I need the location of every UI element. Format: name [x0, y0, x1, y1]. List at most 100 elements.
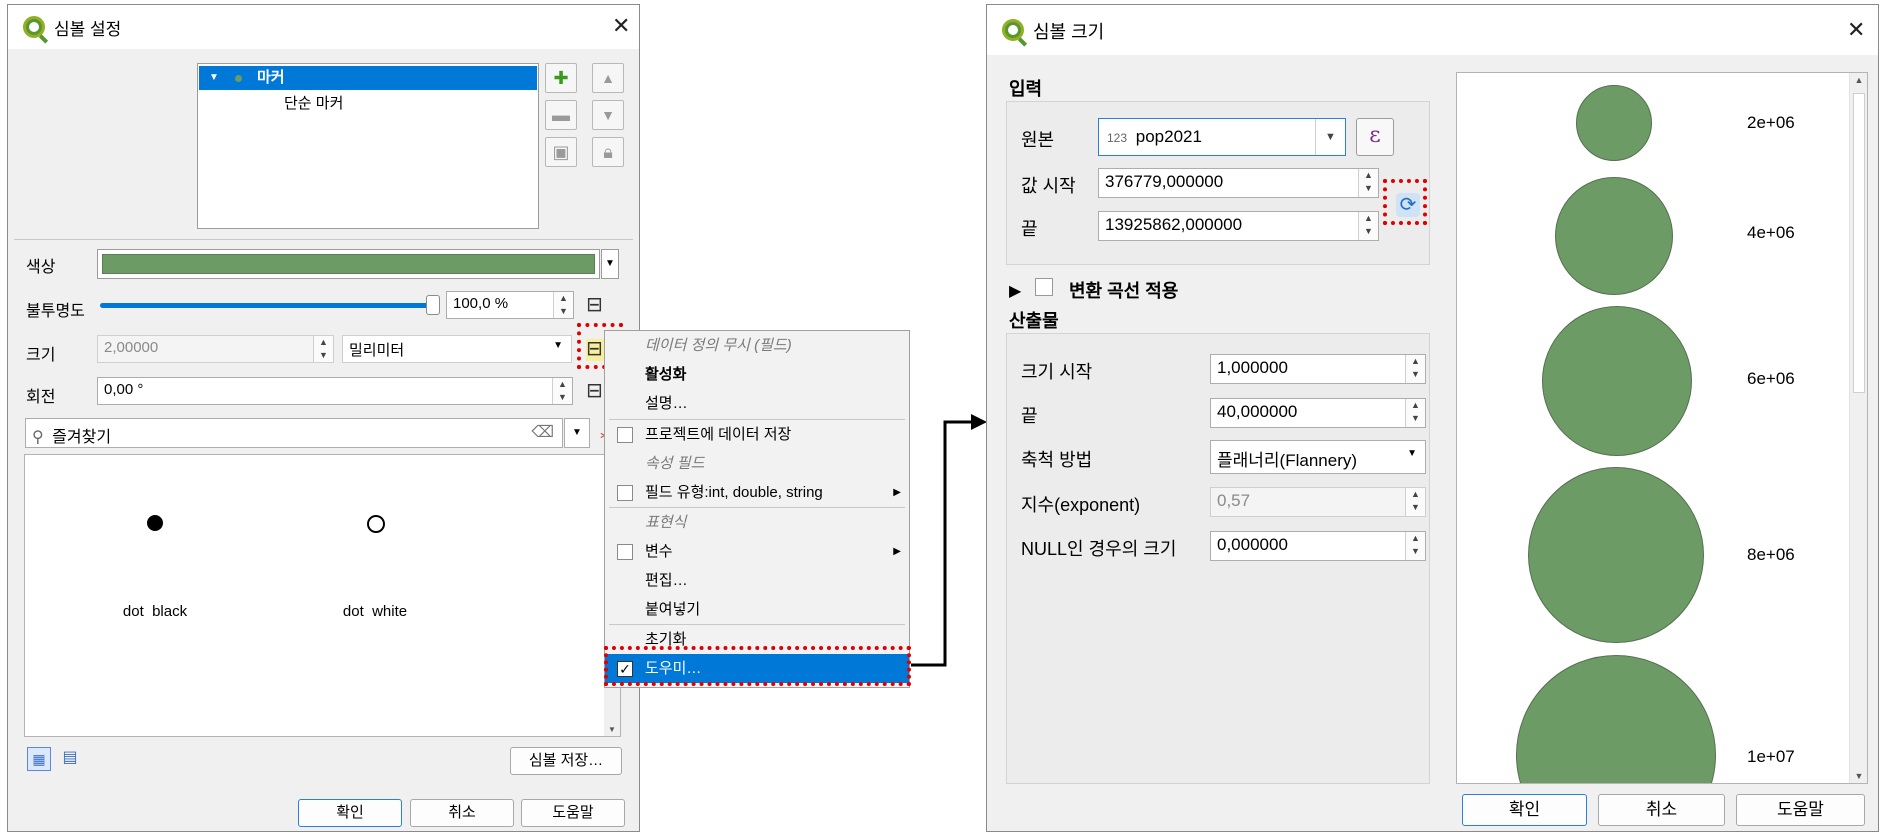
save-symbol-button[interactable]: 심볼 저장…	[510, 747, 622, 775]
checkbox[interactable]	[617, 485, 633, 501]
tree-item-marker[interactable]: ▼ 마커	[199, 66, 537, 90]
value-to-input[interactable]: 13925862,000000 ▲ ▼	[1098, 211, 1379, 241]
output-section-title: 산출물	[1009, 311, 1059, 331]
size-input[interactable]: 2,00000 ▲ ▼	[97, 335, 334, 363]
cancel-button[interactable]: 취소	[1598, 794, 1725, 826]
color-dropdown[interactable]: ▼	[601, 249, 619, 279]
rotation-input[interactable]: 0,00 ° ▲ ▼	[97, 377, 573, 405]
move-down-button[interactable]: ▼	[592, 100, 624, 130]
icon-view-button[interactable]: ▦	[27, 747, 51, 771]
list-view-button[interactable]: ▤	[58, 747, 82, 771]
checkbox[interactable]	[617, 544, 633, 560]
exponent-label: 지수(exponent)	[1021, 495, 1141, 515]
menu-item-store-in-project[interactable]: 프로젝트에 데이터 저장	[605, 420, 909, 449]
spinner[interactable]: ▲ ▼	[1405, 399, 1425, 427]
spinner[interactable]: ▲ ▼	[1405, 532, 1425, 560]
source-field-select[interactable]: 123 pop2021 ▼	[1098, 118, 1346, 156]
menu-header-override: 데이터 정의 무시 (필드)	[645, 337, 792, 354]
menu-header-expression: 표현식	[645, 514, 687, 531]
menu-item-paste[interactable]: 붙여넣기	[605, 595, 909, 624]
value-to: 13925862,000000	[1105, 215, 1243, 234]
menu-item-field-type[interactable]: 필드 유형:int, double, string ▶	[605, 478, 909, 507]
rotation-label: 회전	[26, 389, 56, 406]
value-from-input[interactable]: 376779,000000 ▲ ▼	[1098, 168, 1379, 198]
symbol-layer-tree[interactable]: ▼ 마커 단순 마커	[197, 63, 539, 229]
search-dropdown[interactable]: ▼	[564, 418, 590, 448]
size-to-input[interactable]: 40,000000 ▲ ▼	[1210, 398, 1426, 428]
help-button[interactable]: 도움말	[521, 799, 625, 827]
chevron-down-icon[interactable]: ▼	[1315, 119, 1345, 155]
checkbox[interactable]	[617, 427, 633, 443]
opacity-label: 불투명도	[26, 303, 85, 320]
preview-label: 4e+06	[1747, 223, 1795, 242]
opacity-input[interactable]: 100,0 % ▲ ▼	[446, 291, 574, 319]
symbol-item-dot-black[interactable]: dot black	[103, 515, 213, 625]
menu-item-edit[interactable]: 편집…	[605, 566, 909, 595]
close-icon[interactable]: ✕	[1847, 17, 1865, 43]
null-size-input[interactable]: 0,000000 ▲ ▼	[1210, 531, 1426, 561]
title-bar: 심볼 설정 ✕	[8, 5, 639, 49]
opacity-value: 100,0 %	[453, 295, 509, 312]
remove-layer-button[interactable]: ▬	[545, 100, 577, 130]
scrollbar-thumb[interactable]	[1853, 93, 1865, 393]
rotation-spinner[interactable]: ▲ ▼	[552, 378, 572, 404]
preview-circle	[1542, 306, 1692, 456]
expand-arrow-icon[interactable]: ▶	[1009, 281, 1021, 301]
ok-button[interactable]: 확인	[1462, 794, 1587, 826]
output-group: 크기 시작 1,000000 ▲ ▼ 끝 40,000000 ▲ ▼ 축척 방법 플…	[1006, 333, 1430, 784]
menu-item-variable[interactable]: 변수 ▶	[605, 537, 909, 566]
expand-arrow-icon[interactable]: ▼	[209, 66, 219, 90]
symbol-library-view[interactable]: dot black dot white ▲ ▼	[24, 454, 621, 737]
close-icon[interactable]: ✕	[612, 13, 630, 39]
cancel-button[interactable]: 취소	[410, 799, 514, 827]
source-label: 원본	[1021, 130, 1055, 150]
transform-curve-label: 변환 곡선 적용	[1069, 281, 1179, 301]
unit-select[interactable]: 밀리미터 ▼	[342, 335, 572, 363]
size-from-input[interactable]: 1,000000 ▲ ▼	[1210, 354, 1426, 384]
menu-item-description[interactable]: 설명…	[605, 389, 909, 418]
color-label: 색상	[26, 259, 56, 276]
ok-button[interactable]: 확인	[298, 799, 402, 827]
qgis-logo-icon	[1002, 19, 1024, 41]
data-defined-override-icon[interactable]: ⊟	[586, 295, 610, 317]
tree-item-simple-marker[interactable]: 단순 마커	[284, 92, 343, 113]
callout-highlight	[1383, 179, 1427, 225]
spinner[interactable]: ▲ ▼	[1405, 355, 1425, 383]
value-from-label: 값 시작	[1021, 176, 1076, 196]
opacity-slider-handle[interactable]	[426, 295, 440, 315]
move-up-button[interactable]: ▲	[592, 63, 624, 93]
expression-button[interactable]: ε	[1356, 118, 1394, 156]
search-placeholder: 즐겨찾기	[52, 429, 112, 446]
chevron-down-icon: ▼	[1407, 448, 1417, 459]
source-value: pop2021	[1135, 127, 1202, 146]
lock-layer-button[interactable]: 🔒︎	[592, 137, 624, 167]
menu-item-label: 변수	[645, 543, 673, 560]
menu-item-activate[interactable]: 활성화	[605, 360, 909, 389]
opacity-spinner[interactable]: ▲ ▼	[553, 292, 573, 318]
color-swatch	[102, 254, 595, 274]
symbol-settings-dialog: 심볼 설정 ✕ ▼ 마커 단순 마커 ✚ ▲ ▬ ▼ ▣ 🔒︎ 색상 ▼ 불투명…	[7, 4, 640, 832]
spinner[interactable]: ▲ ▼	[1405, 488, 1425, 516]
vertical-scrollbar[interactable]: ▲ ▼	[1849, 73, 1867, 783]
spinner[interactable]: ▲ ▼	[1358, 212, 1378, 240]
tree-item-label: 마커	[257, 69, 285, 86]
symbol-item-dot-white[interactable]: dot white	[323, 515, 433, 625]
exponent-input[interactable]: 0,57 ▲ ▼	[1210, 487, 1426, 517]
preview-label: 8e+06	[1747, 545, 1795, 564]
marker-dot-icon	[235, 75, 242, 82]
color-button[interactable]	[97, 249, 600, 279]
scale-method-select[interactable]: 플래너리(Flannery) ▼	[1210, 440, 1426, 474]
help-button[interactable]: 도움말	[1736, 794, 1865, 826]
transform-curve-checkbox[interactable]	[1035, 278, 1053, 296]
null-size-label: NULL인 경우의 크기	[1021, 539, 1177, 559]
opacity-slider-track[interactable]	[100, 303, 430, 308]
duplicate-layer-button[interactable]: ▣	[545, 137, 577, 167]
scale-method: 플래너리(Flannery)	[1217, 451, 1358, 470]
favorites-search-input[interactable]: ⚲ 즐겨찾기 ⌫	[25, 418, 563, 448]
add-layer-button[interactable]: ✚	[545, 63, 577, 93]
clear-icon[interactable]: ⌫	[531, 422, 554, 442]
spinner[interactable]: ▲ ▼	[1358, 169, 1378, 197]
size-spinner[interactable]: ▲ ▼	[313, 336, 333, 362]
exponent: 0,57	[1217, 491, 1251, 510]
data-defined-context-menu: 데이터 정의 무시 (필드) 활성화 설명… 프로젝트에 데이터 저장 속성 필…	[604, 330, 910, 688]
